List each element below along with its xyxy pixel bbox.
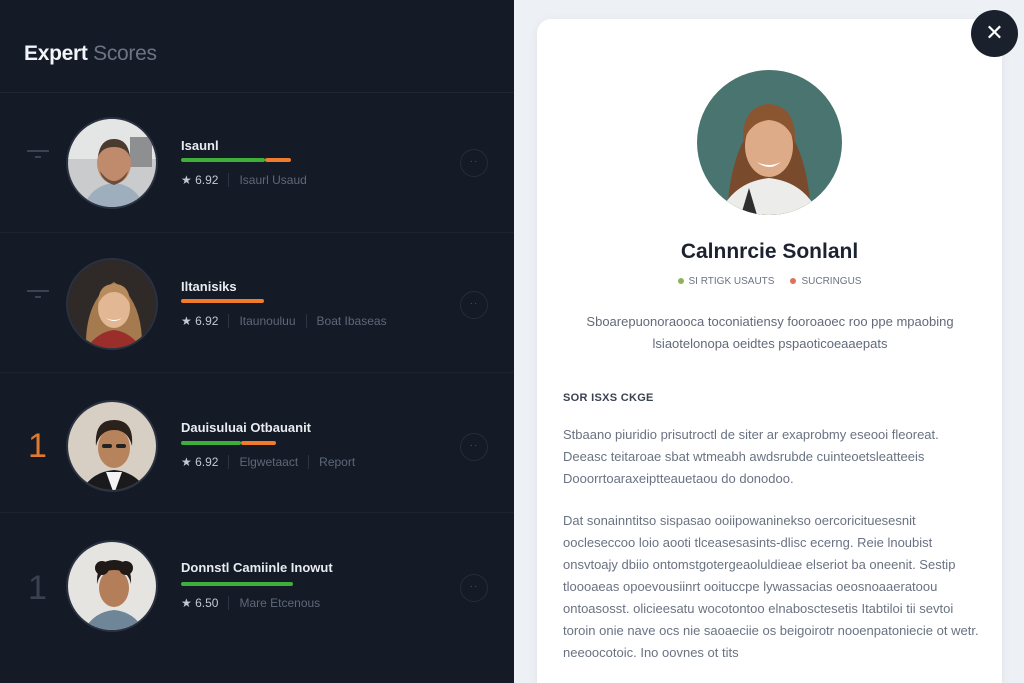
- expert-tag: Elgwetaact: [239, 455, 299, 469]
- expert-tag: Isaurl Usaud: [239, 173, 307, 187]
- avatar: [66, 117, 158, 209]
- score-bar-orange: [265, 158, 291, 162]
- profile-tag: SUCRINGUS: [790, 276, 861, 287]
- profile-tags: SI RTIGK USAUTS SUCRINGUS: [537, 276, 1002, 287]
- profile-tag: SI RTIGK USAUTS: [677, 276, 774, 287]
- rank-indicator: [26, 150, 50, 158]
- panel-title-strong: Expert: [24, 42, 88, 65]
- expert-row[interactable]: Isaunl ★ 6.92 Isaurl Usaud ··: [0, 93, 514, 233]
- expert-tag-secondary: Report: [319, 455, 356, 469]
- expert-tag: Itaunouluu: [239, 314, 296, 328]
- close-icon: ✕: [985, 20, 1004, 45]
- expert-row[interactable]: 1 Dauisuluai Otbauanit ★ 6.92 Elgwetaact…: [0, 373, 514, 513]
- score-bar-green: [181, 441, 241, 445]
- expert-name: Isaunl: [181, 138, 219, 153]
- profile-name: Calnnrcie Sonlanl: [680, 240, 859, 263]
- expert-scores-panel: Expert Scores Isaunl ★ 6.92 Isaurl Usaud…: [0, 0, 514, 683]
- expert-score: ★ 6.92: [181, 173, 219, 187]
- more-options-button[interactable]: ··: [460, 291, 488, 319]
- expert-row[interactable]: Iltanisiks ★ 6.92 Itaunouluu Boat Ibasea…: [0, 233, 514, 373]
- avatar: [66, 540, 158, 632]
- expert-score: ★ 6.92: [181, 314, 219, 328]
- panel-title: Expert Scores: [24, 42, 157, 66]
- rank-number: 1: [28, 569, 47, 607]
- avatar: [66, 400, 158, 492]
- expert-tag-secondary: Boat Ibaseas: [316, 314, 387, 328]
- more-options-button[interactable]: ··: [460, 574, 488, 602]
- expert-row[interactable]: 1 Donnstl Camiinle Inowut ★ 6.50 Mare Et…: [0, 513, 514, 653]
- close-button[interactable]: ✕: [971, 10, 1018, 57]
- more-options-button[interactable]: ··: [460, 149, 488, 177]
- section-heading: SOR ISXS CKGE: [563, 392, 654, 404]
- rank-indicator: [26, 290, 50, 298]
- score-bar-green: [181, 158, 265, 162]
- expert-name: Iltanisiks: [181, 279, 237, 294]
- score-bar-green: [181, 582, 293, 586]
- rank-number: 1: [28, 427, 47, 465]
- avatar: [66, 258, 158, 350]
- expert-meta: ★ 6.92 Isaurl Usaud: [181, 173, 307, 187]
- more-options-button[interactable]: ··: [460, 433, 488, 461]
- expert-name: Donnstl Camiinle Inowut: [181, 560, 333, 575]
- expert-name: Dauisuluai Otbauanit: [181, 420, 312, 435]
- profile-avatar: [697, 70, 842, 215]
- profile-summary: Sboarepuonoraooca toconiatiensy fooroaoe…: [586, 314, 954, 351]
- expert-score: ★ 6.50: [181, 596, 219, 610]
- panel-title-light: Scores: [93, 42, 157, 65]
- expert-tag: Mare Etcenous: [239, 596, 321, 610]
- score-bar-orange: [181, 299, 264, 303]
- profile-paragraph: Dat sonainntitso sispasao ooiipowanineks…: [563, 513, 979, 660]
- profile-paragraph: Stbaano piuridio prisutroctl de siter ar…: [563, 427, 939, 486]
- expert-meta: ★ 6.92 Elgwetaact Report: [181, 455, 355, 469]
- expert-score: ★ 6.92: [181, 455, 219, 469]
- score-bar-orange: [241, 441, 276, 445]
- expert-meta: ★ 6.92 Itaunouluu Boat Ibaseas: [181, 314, 387, 328]
- expert-meta: ★ 6.50 Mare Etcenous: [181, 596, 320, 610]
